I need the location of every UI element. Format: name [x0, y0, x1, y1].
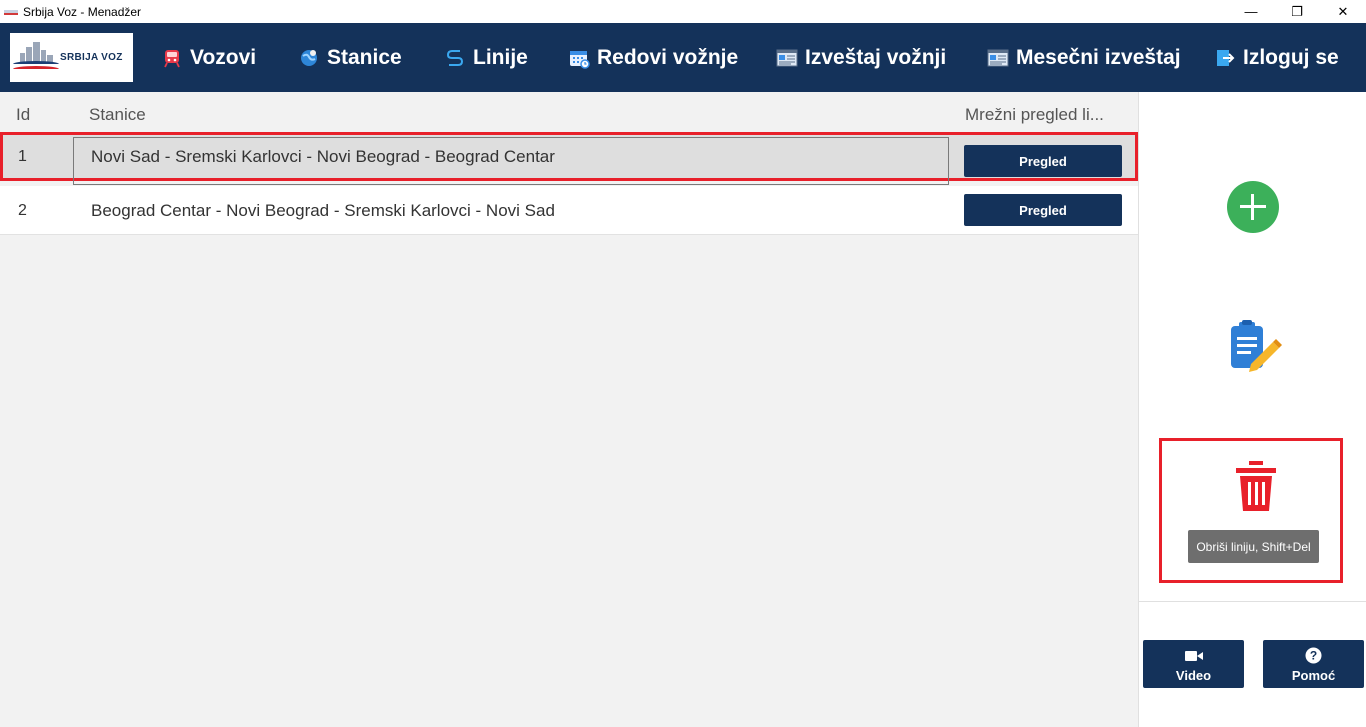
svg-text:?: ? [1310, 649, 1317, 663]
table-row[interactable]: 2 Beograd Centar - Novi Beograd - Sremsk… [0, 186, 1138, 235]
nav-izloguj-label: Izloguj se [1243, 45, 1339, 69]
globe-icon [298, 47, 320, 69]
table-header: Id Stanice Mrežni pregled li... [0, 92, 1138, 132]
window-controls: — ❐ ✕ [1228, 0, 1366, 23]
minimize-button[interactable]: — [1228, 0, 1274, 23]
calendar-icon [568, 47, 590, 69]
title-bar: Srbija Voz - Menadžer — ❐ ✕ [0, 0, 1366, 23]
nav-redovi-voznje[interactable]: Redovi vožnje [568, 23, 738, 92]
logo-swoosh-red [13, 66, 59, 72]
help-button[interactable]: ? Pomoć [1263, 640, 1364, 688]
nav-izvestaj-label: Izveštaj vožnji [805, 45, 947, 69]
edit-line-button[interactable] [1229, 318, 1289, 376]
nav-redovi-label: Redovi vožnje [597, 45, 739, 69]
video-camera-icon [1185, 651, 1203, 661]
restore-button[interactable]: ❐ [1274, 0, 1320, 23]
window-title: Srbija Voz - Menadžer [23, 4, 142, 19]
nav-stanice[interactable]: Stanice [298, 23, 402, 92]
app-icon [4, 7, 18, 16]
route-icon [444, 47, 466, 69]
close-button[interactable]: ✕ [1320, 0, 1366, 23]
pregled-button[interactable]: Pregled [964, 145, 1122, 177]
lines-table: Id Stanice Mrežni pregled li... 1 Novi S… [0, 92, 1138, 727]
delete-line-button[interactable] [1235, 460, 1277, 512]
train-icon [161, 47, 183, 69]
header-mrezni-pregled[interactable]: Mrežni pregled li... [965, 105, 1104, 125]
nav-izloguj-se[interactable]: Izloguj se [1214, 23, 1339, 92]
logout-icon [1214, 47, 1236, 69]
delete-highlight: Obriši liniju, Shift+Del [1159, 438, 1343, 583]
video-label: Video [1175, 668, 1212, 683]
pregled-button[interactable]: Pregled [964, 194, 1122, 226]
nav-izvestaj-voznji[interactable]: Izveštaj vožnji [776, 23, 946, 92]
nav-mesecni-izvestaj[interactable]: Mesečni izveštaj [987, 23, 1181, 92]
monthly-report-icon [987, 47, 1009, 69]
help-label: Pomoć [1291, 668, 1336, 683]
nav-vozovi-label: Vozovi [190, 45, 257, 69]
cell-id: 1 [18, 148, 27, 165]
nav-stanice-label: Stanice [327, 45, 402, 69]
cell-stanice: Novi Sad - Sremski Karlovci - Novi Beogr… [91, 147, 555, 166]
header-id[interactable]: Id [16, 105, 30, 125]
nav-linije[interactable]: Linije [444, 23, 528, 92]
video-button[interactable]: Video [1143, 640, 1244, 688]
nav-linije-label: Linije [473, 45, 528, 69]
actions-panel: Obriši liniju, Shift+Del Video ? Pomoć [1138, 92, 1366, 727]
main-navbar: SRBIJA VOZ Vozovi Stanice Linije Redovi … [0, 23, 1366, 92]
edit-clipboard-icon [1231, 320, 1282, 372]
report-icon [776, 47, 798, 69]
panel-divider [1139, 601, 1366, 602]
cell-id: 2 [18, 202, 27, 219]
delete-tooltip: Obriši liniju, Shift+Del [1188, 530, 1319, 563]
table-row[interactable]: 1 Novi Sad - Sremski Karlovci - Novi Beo… [0, 132, 1138, 185]
logo-city-icon [18, 41, 56, 63]
cell-stanice: Beograd Centar - Novi Beograd - Sremski … [91, 201, 555, 220]
nav-vozovi[interactable]: Vozovi [161, 23, 256, 92]
trash-icon [1236, 461, 1276, 511]
logo-text: SRBIJA VOZ [60, 52, 123, 63]
srbija-voz-logo: SRBIJA VOZ [10, 33, 133, 82]
header-stanice[interactable]: Stanice [89, 105, 146, 125]
nav-mesecni-label: Mesečni izveštaj [1016, 45, 1181, 69]
add-line-button[interactable] [1227, 181, 1279, 233]
help-icon: ? [1305, 647, 1322, 664]
